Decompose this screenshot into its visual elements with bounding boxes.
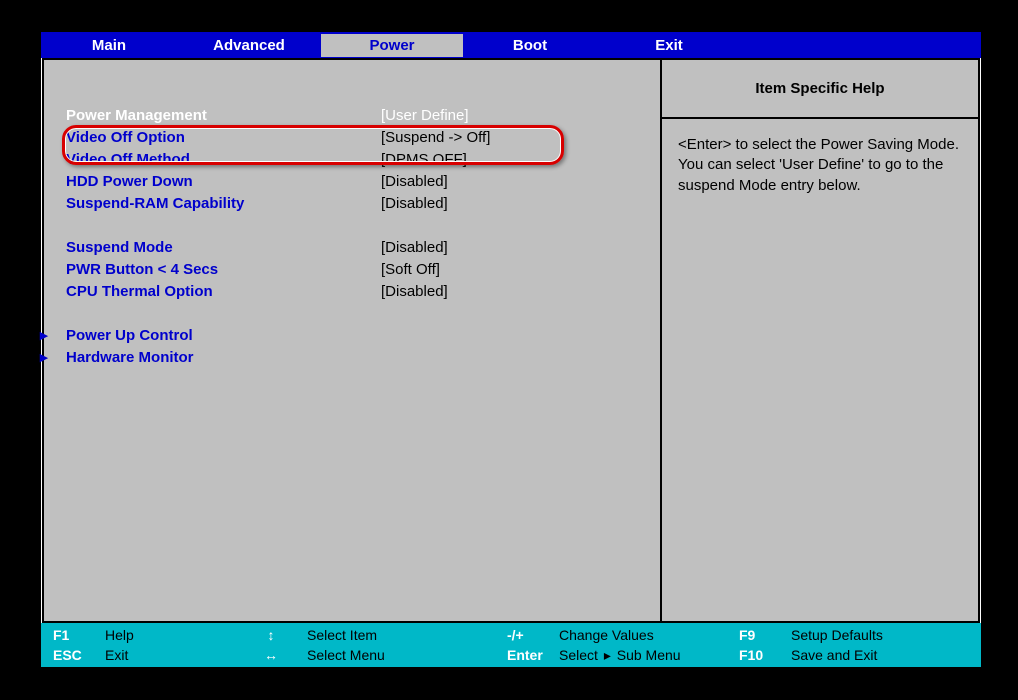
leftright-arrow-icon: ↔ bbox=[259, 647, 283, 663]
setting-label: Power Management bbox=[66, 107, 381, 124]
key-f9: F9 bbox=[739, 627, 779, 643]
setting-value: [DPMS OFF] bbox=[381, 151, 467, 168]
setting-value: [Disabled] bbox=[381, 195, 448, 212]
help-panel: Item Specific Help <Enter> to select the… bbox=[662, 58, 980, 623]
setting-power-management[interactable]: Power Management [User Define] bbox=[66, 104, 640, 126]
updown-arrow-icon: ↕ bbox=[259, 627, 283, 643]
submenu-arrow-icon: ▸ bbox=[40, 326, 58, 344]
setting-label: HDD Power Down bbox=[66, 173, 381, 190]
main-area: Power Management [User Define] Video Off… bbox=[41, 58, 981, 623]
setting-label: Suspend-RAM Capability bbox=[66, 195, 381, 212]
enter-desc-b: Sub Menu bbox=[617, 647, 681, 663]
setting-pwr-button[interactable]: PWR Button < 4 Secs [Soft Off] bbox=[66, 258, 640, 280]
key-f9-desc: Setup Defaults bbox=[791, 627, 883, 643]
key-plusminus: -/+ bbox=[507, 627, 547, 643]
footer-bar: F1 Help ↕ Select Item -/+ Change Values … bbox=[41, 623, 981, 667]
submenu-label: Hardware Monitor bbox=[66, 349, 381, 366]
setting-label: CPU Thermal Option bbox=[66, 283, 381, 300]
submenu-hardware-monitor[interactable]: ▸ Hardware Monitor bbox=[66, 346, 640, 368]
key-enter-desc: Select ▸ Sub Menu bbox=[559, 647, 681, 664]
help-title: Item Specific Help bbox=[662, 60, 978, 119]
setting-video-off-method[interactable]: Video Off Method [DPMS OFF] bbox=[66, 148, 640, 170]
key-leftright-desc: Select Menu bbox=[307, 647, 385, 663]
key-plusminus-desc: Change Values bbox=[559, 627, 654, 643]
setting-value: [Suspend -> Off] bbox=[381, 129, 490, 146]
setting-cpu-thermal[interactable]: CPU Thermal Option [Disabled] bbox=[66, 280, 640, 302]
enter-desc-a: Select bbox=[559, 647, 598, 663]
setting-suspend-mode[interactable]: Suspend Mode [Disabled] bbox=[66, 236, 640, 258]
submenu-label: Power Up Control bbox=[66, 327, 381, 344]
setting-label: Suspend Mode bbox=[66, 239, 381, 256]
setting-value: [User Define] bbox=[381, 107, 469, 124]
tab-boot[interactable]: Boot bbox=[463, 34, 597, 57]
tab-power[interactable]: Power bbox=[321, 34, 463, 57]
setting-value: [Disabled] bbox=[381, 283, 448, 300]
help-body: <Enter> to select the Power Saving Mode.… bbox=[662, 119, 978, 212]
key-esc-desc: Exit bbox=[105, 647, 128, 663]
key-f1: F1 bbox=[53, 627, 93, 643]
key-esc: ESC bbox=[53, 647, 93, 663]
setting-label: Video Off Method bbox=[66, 151, 381, 168]
setting-label: Video Off Option bbox=[66, 129, 381, 146]
setting-hdd-power-down[interactable]: HDD Power Down [Disabled] bbox=[66, 170, 640, 192]
settings-panel: Power Management [User Define] Video Off… bbox=[42, 58, 662, 623]
key-f10: F10 bbox=[739, 647, 779, 663]
key-f10-desc: Save and Exit bbox=[791, 647, 877, 663]
key-updown-desc: Select Item bbox=[307, 627, 377, 643]
tab-main[interactable]: Main bbox=[41, 34, 177, 57]
bios-window: Main Advanced Power Boot Exit Power Mana… bbox=[41, 32, 981, 667]
setting-value: [Soft Off] bbox=[381, 261, 440, 278]
setting-label: PWR Button < 4 Secs bbox=[66, 261, 381, 278]
key-enter: Enter bbox=[507, 647, 547, 663]
setting-value: [Disabled] bbox=[381, 239, 448, 256]
tab-bar: Main Advanced Power Boot Exit bbox=[41, 32, 981, 58]
tab-exit[interactable]: Exit bbox=[597, 34, 741, 57]
footer-row-2: ESC Exit ↔ Select Menu Enter Select ▸ Su… bbox=[53, 645, 969, 665]
submenu-arrow-icon: ▸ bbox=[40, 348, 58, 366]
key-f1-desc: Help bbox=[105, 627, 134, 643]
setting-suspend-ram[interactable]: Suspend-RAM Capability [Disabled] bbox=[66, 192, 640, 214]
submenu-power-up-control[interactable]: ▸ Power Up Control bbox=[66, 324, 640, 346]
tab-advanced[interactable]: Advanced bbox=[177, 34, 321, 57]
setting-video-off-option[interactable]: Video Off Option [Suspend -> Off] bbox=[66, 126, 640, 148]
submenu-indicator-icon: ▸ bbox=[604, 647, 611, 663]
footer-row-1: F1 Help ↕ Select Item -/+ Change Values … bbox=[53, 625, 969, 645]
setting-value: [Disabled] bbox=[381, 173, 448, 190]
